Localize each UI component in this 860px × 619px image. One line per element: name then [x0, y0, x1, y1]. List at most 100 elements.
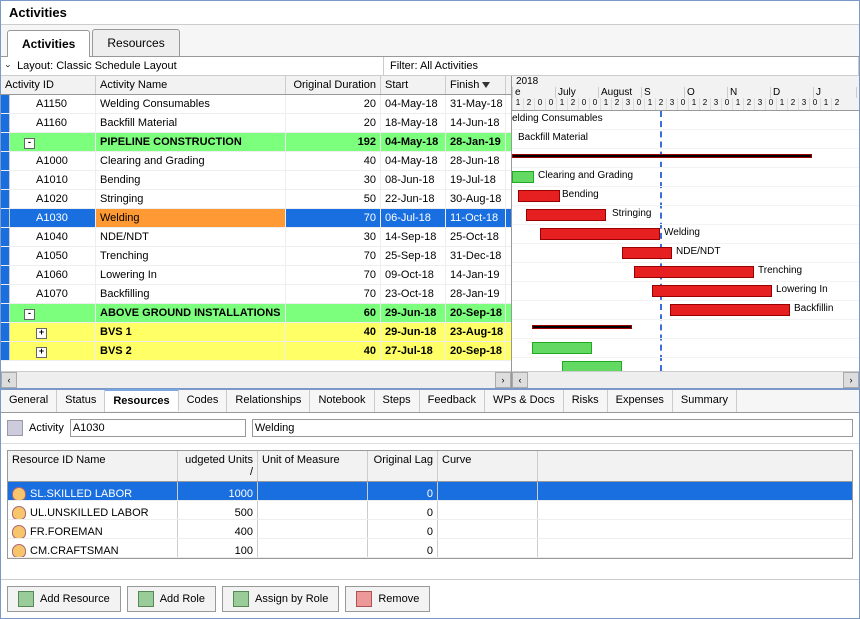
expand-collapse-icon[interactable]: + [36, 328, 47, 339]
resource-row[interactable]: SL.SKILLED LABOR10000 [8, 482, 852, 501]
remove-icon [356, 591, 372, 607]
resource-row[interactable]: CM.CRAFTSMAN1000 [8, 539, 852, 558]
scroll-right-icon[interactable]: › [495, 372, 511, 388]
detail-tab-expenses[interactable]: Expenses [608, 390, 673, 412]
activity-row[interactable]: A1030Welding7006-Jul-1811-Oct-18 [1, 209, 511, 228]
activity-row[interactable]: A1050Trenching7025-Sep-1831-Dec-18 [1, 247, 511, 266]
gantt-row[interactable] [512, 320, 859, 339]
col-curve[interactable]: Curve [438, 451, 538, 481]
gantt-row[interactable]: Backfillin [512, 301, 859, 320]
gantt-row[interactable]: Welding [512, 225, 859, 244]
col-finish[interactable]: Finish [446, 76, 506, 94]
gantt-bar[interactable] [634, 266, 754, 278]
activity-table-pane: Activity ID Activity Name Original Durat… [1, 76, 512, 388]
detail-tab-feedback[interactable]: Feedback [420, 390, 485, 412]
activity-row[interactable]: A1010Bending3008-Jun-1819-Jul-18 [1, 171, 511, 190]
gantt-body[interactable]: elding ConsumablesBackfill Material Clear… [512, 111, 859, 371]
activity-row[interactable]: A1060Lowering In7009-Oct-1814-Jan-19 [1, 266, 511, 285]
resource-buttons: Add Resource Add Role Assign by Role Rem… [1, 579, 859, 618]
activity-row[interactable]: A1150Welding Consumables2004-May-1831-Ma… [1, 95, 511, 114]
gantt-bar[interactable] [670, 304, 790, 316]
detail-tab-resources[interactable]: Resources [105, 389, 178, 411]
detail-tab-summary[interactable]: Summary [673, 390, 737, 412]
detail-tab-risks[interactable]: Risks [564, 390, 608, 412]
detail-tab-wps-docs[interactable]: WPs & Docs [485, 390, 564, 412]
add-resource-button[interactable]: Add Resource [7, 586, 121, 612]
table-hscroll[interactable]: ‹ › [1, 371, 511, 388]
gantt-bar[interactable] [652, 285, 772, 297]
col-activity-name[interactable]: Activity Name [96, 76, 286, 94]
gantt-row[interactable] [512, 358, 859, 371]
activity-label: Activity [29, 422, 64, 434]
gantt-bar[interactable] [562, 361, 622, 371]
expand-collapse-icon[interactable]: - [24, 309, 35, 320]
gantt-row[interactable]: Stringing [512, 206, 859, 225]
gantt-row[interactable]: Bending [512, 187, 859, 206]
col-original-duration[interactable]: Original Duration [286, 76, 381, 94]
gantt-bar[interactable] [518, 190, 560, 202]
add-role-button[interactable]: Add Role [127, 586, 216, 612]
gantt-bar-label: Backfillin [794, 303, 833, 314]
col-start[interactable]: Start [381, 76, 446, 94]
activity-name-field[interactable] [252, 419, 853, 437]
activity-row[interactable]: -ABOVE GROUND INSTALLATIONS6029-Jun-1820… [1, 304, 511, 323]
remove-button[interactable]: Remove [345, 586, 430, 612]
gantt-row[interactable]: Lowering In [512, 282, 859, 301]
gantt-hscroll[interactable]: ‹ › [512, 371, 859, 388]
gantt-row[interactable]: Clearing and Grading [512, 168, 859, 187]
col-unit-of-measure[interactable]: Unit of Measure [258, 451, 368, 481]
activity-row[interactable]: -PIPELINE CONSTRUCTION19204-May-1828-Jan… [1, 133, 511, 152]
activity-row[interactable]: A1040NDE/NDT3014-Sep-1825-Oct-18 [1, 228, 511, 247]
activity-row[interactable]: +BVS 14029-Jun-1823-Aug-18 [1, 323, 511, 342]
scroll-left-icon[interactable]: ‹ [1, 372, 17, 388]
main-tabbar: Activities Resources [1, 25, 859, 57]
scroll-right-icon[interactable]: › [843, 372, 859, 388]
expand-collapse-icon[interactable]: + [36, 347, 47, 358]
detail-tab-codes[interactable]: Codes [179, 390, 228, 412]
activity-row[interactable]: A1000Clearing and Grading4004-May-1828-J… [1, 152, 511, 171]
resource-row[interactable]: FR.FOREMAN4000 [8, 520, 852, 539]
gantt-row[interactable]: elding Consumables [512, 111, 859, 130]
gantt-row[interactable]: Backfill Material [512, 130, 859, 149]
detail-tab-steps[interactable]: Steps [375, 390, 420, 412]
col-original-lag[interactable]: Original Lag [368, 451, 438, 481]
assign-by-role-button[interactable]: Assign by Role [222, 586, 339, 612]
layout-selector[interactable]: › Layout: Classic Schedule Layout [1, 57, 384, 75]
gantt-bar[interactable] [540, 228, 660, 240]
detail-tab-general[interactable]: General [1, 390, 57, 412]
gantt-bar[interactable] [532, 325, 632, 329]
resource-row[interactable]: UL.UNSKILLED LABOR5000 [8, 501, 852, 520]
resources-grid: Resource ID Name udgeted Units / Unit of… [7, 450, 853, 559]
activity-row[interactable]: A1070Backfilling7023-Oct-1828-Jan-19 [1, 285, 511, 304]
activity-row[interactable]: +BVS 24027-Jul-1820-Sep-18 [1, 342, 511, 361]
gantt-year: 2018 [516, 76, 538, 87]
gantt-bar[interactable] [512, 171, 534, 183]
expand-collapse-icon[interactable]: - [24, 138, 35, 149]
detail-tab-notebook[interactable]: Notebook [310, 390, 374, 412]
filter-indicator[interactable]: Filter: All Activities [384, 57, 859, 75]
activity-row[interactable]: A1020Stringing5022-Jun-1830-Aug-18 [1, 190, 511, 209]
col-resource-name[interactable]: Resource ID Name [8, 451, 178, 481]
person-icon [12, 544, 26, 557]
gantt-bar[interactable] [526, 209, 606, 221]
sort-indicator-icon [482, 82, 490, 88]
gantt-row[interactable] [512, 339, 859, 358]
gantt-bar-label: NDE/NDT [676, 246, 720, 257]
scroll-left-icon[interactable]: ‹ [512, 372, 528, 388]
gantt-bar[interactable] [512, 154, 812, 158]
detail-tab-status[interactable]: Status [57, 390, 105, 412]
window-title: Activities [1, 1, 859, 25]
gantt-row[interactable]: Trenching [512, 263, 859, 282]
gantt-row[interactable]: NDE/NDT [512, 244, 859, 263]
activity-id-field[interactable] [70, 419, 246, 437]
activity-row[interactable]: A1160Backfill Material2018-May-1814-Jun-… [1, 114, 511, 133]
detail-tab-relationships[interactable]: Relationships [227, 390, 310, 412]
col-activity-id[interactable]: Activity ID [1, 76, 96, 94]
gantt-month: N [727, 87, 770, 98]
gantt-bar[interactable] [622, 247, 672, 259]
gantt-row[interactable] [512, 149, 859, 168]
tab-activities[interactable]: Activities [7, 30, 90, 57]
col-budgeted-units[interactable]: udgeted Units / [178, 451, 258, 481]
gantt-bar[interactable] [532, 342, 592, 354]
tab-resources[interactable]: Resources [92, 29, 179, 56]
